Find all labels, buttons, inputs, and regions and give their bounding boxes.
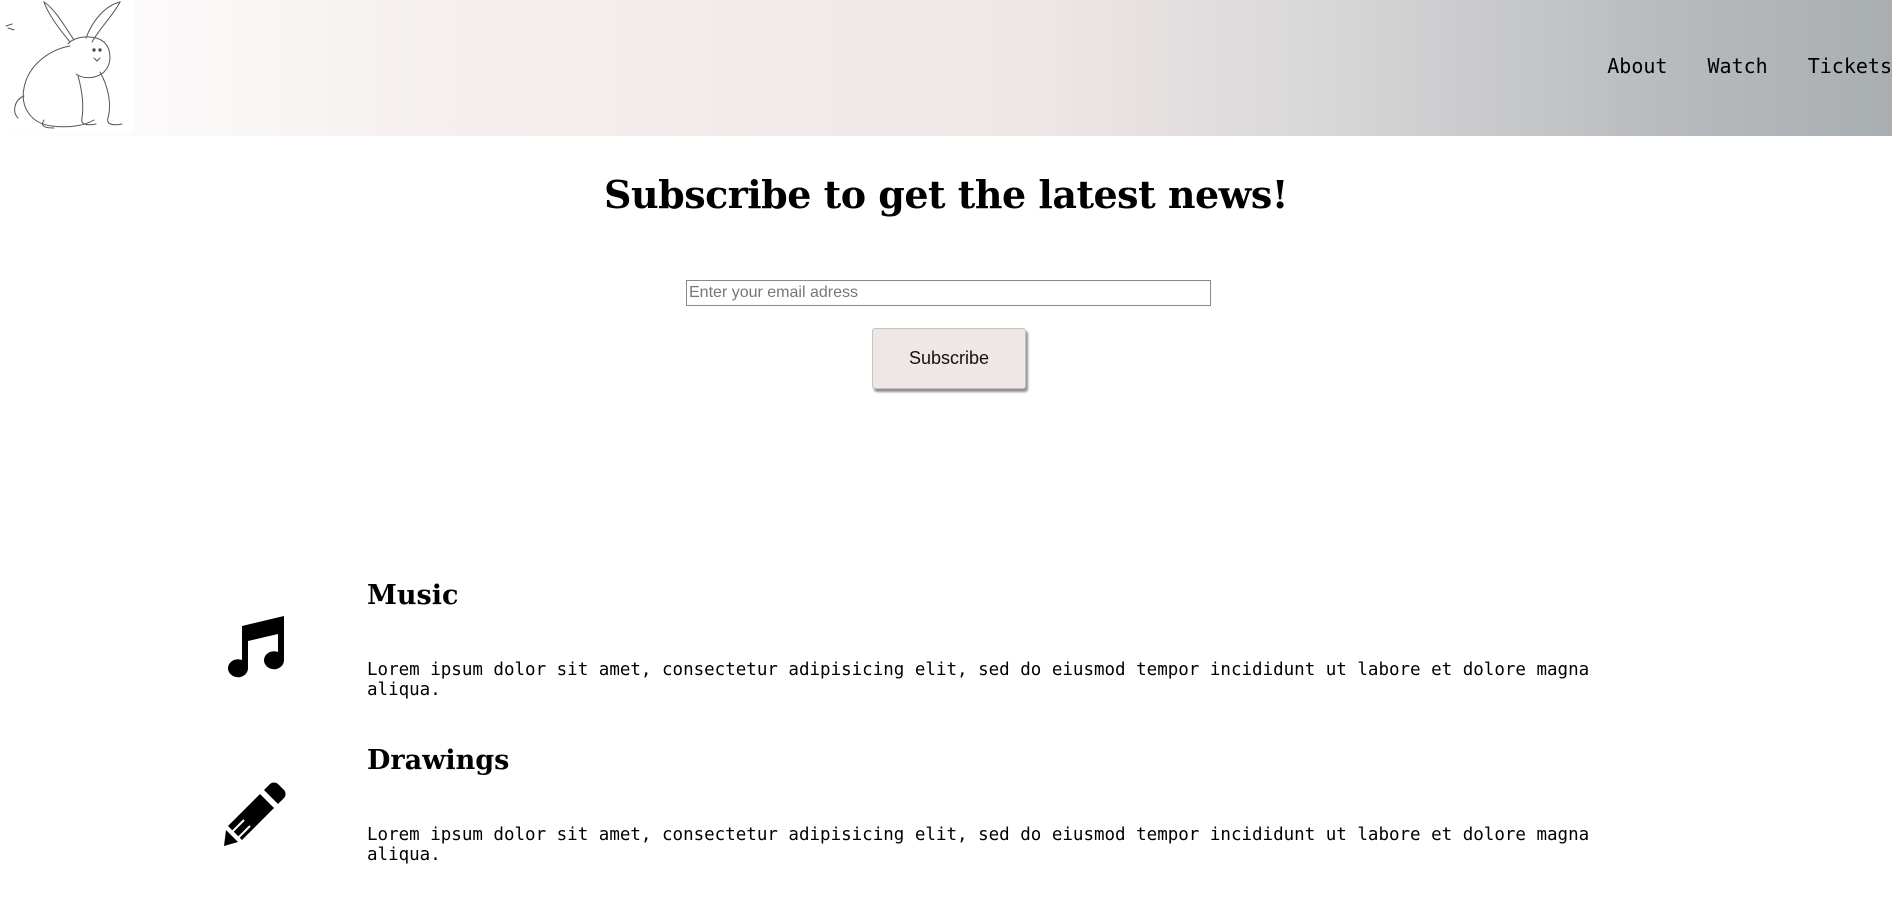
nav-link-tickets[interactable]: Tickets xyxy=(1808,54,1892,78)
email-input[interactable] xyxy=(686,280,1211,306)
main-nav: About Watch Tickets xyxy=(1567,54,1892,78)
rabbit-logo-icon[interactable] xyxy=(4,0,134,132)
pencil-icon xyxy=(222,780,288,846)
feature-title: Music xyxy=(367,580,459,611)
feature-title: Drawings xyxy=(367,745,510,776)
subscribe-button[interactable]: Subscribe xyxy=(872,328,1026,389)
site-header: About Watch Tickets xyxy=(0,0,1892,136)
nav-link-about[interactable]: About xyxy=(1607,54,1667,78)
subscribe-title: Subscribe to get the latest news! xyxy=(604,172,1288,217)
feature-description: Lorem ipsum dolor sit amet, consectetur … xyxy=(367,660,1590,700)
feature-description: Lorem ipsum dolor sit amet, consectetur … xyxy=(367,825,1590,865)
nav-link-watch[interactable]: Watch xyxy=(1707,54,1767,78)
music-note-icon xyxy=(222,614,288,680)
